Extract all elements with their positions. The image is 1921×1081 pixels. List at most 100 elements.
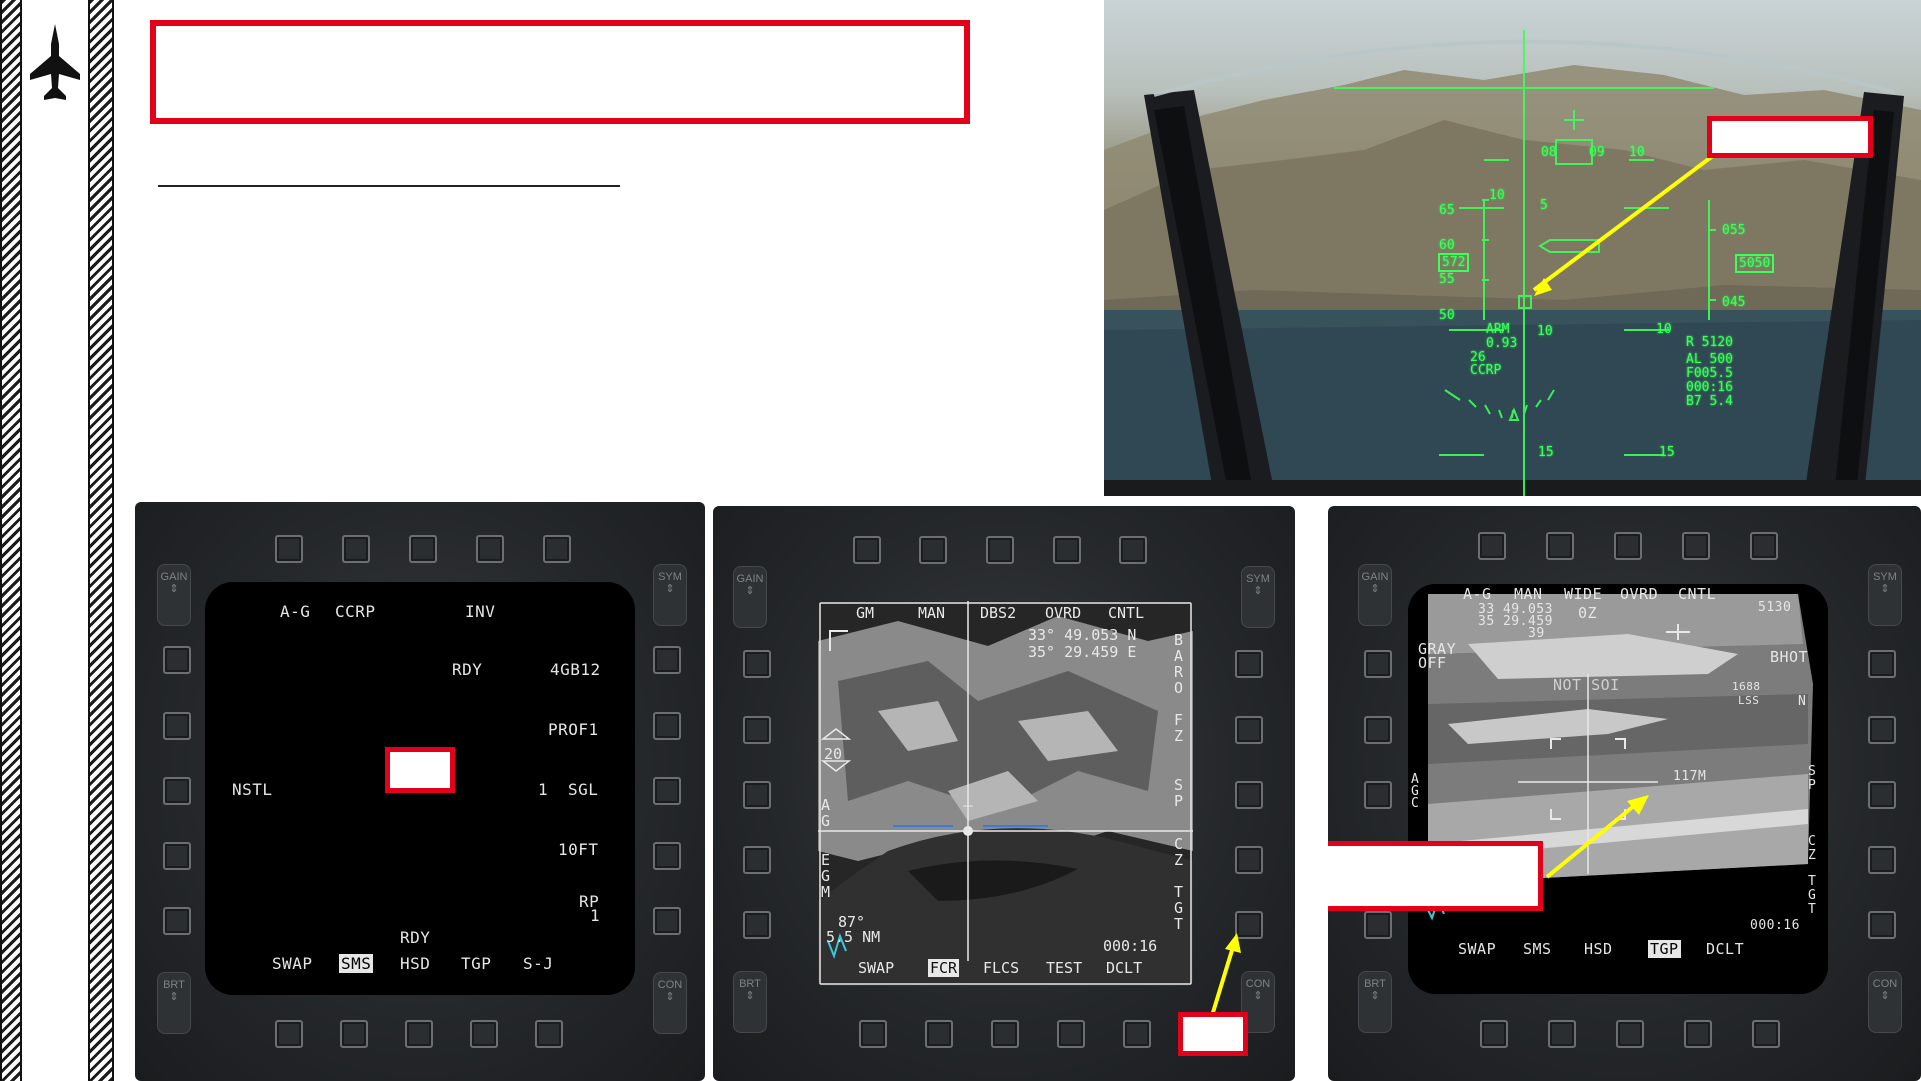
osb-12[interactable]: [1684, 1020, 1712, 1048]
osb-17[interactable]: [743, 846, 771, 874]
osb-14[interactable]: [925, 1020, 953, 1048]
tgp-wide[interactable]: WIDE: [1564, 585, 1602, 603]
osb-14[interactable]: [1548, 1020, 1576, 1048]
osb-19[interactable]: [743, 716, 771, 744]
tgp-off[interactable]: OFF: [1418, 654, 1447, 672]
osb-16[interactable]: [743, 911, 771, 939]
fcr-tab-flcs[interactable]: FLCS: [983, 959, 1019, 977]
fcr-tab-test[interactable]: TEST: [1046, 959, 1082, 977]
osb-1[interactable]: [853, 536, 881, 564]
osb-5[interactable]: [1750, 532, 1778, 560]
sms-tab-sj[interactable]: S-J: [523, 954, 553, 973]
fcr-cntl[interactable]: CNTL: [1108, 604, 1144, 622]
osb-18[interactable]: [743, 781, 771, 809]
tgp-tab-sms[interactable]: SMS: [1523, 940, 1552, 958]
sms-tab-hsd[interactable]: HSD: [400, 954, 430, 973]
osb-2[interactable]: [1546, 532, 1574, 560]
osb-4[interactable]: [1053, 536, 1081, 564]
osb-10[interactable]: [1868, 911, 1896, 939]
sym-rocker[interactable]: SYM ⇕: [1241, 566, 1275, 628]
osb-8[interactable]: [1235, 781, 1263, 809]
gain-rocker[interactable]: GAIN ⇕: [733, 566, 767, 628]
osb-7[interactable]: [653, 712, 681, 740]
osb-11[interactable]: [535, 1020, 563, 1048]
osb-6[interactable]: [1868, 650, 1896, 678]
osb-9[interactable]: [653, 842, 681, 870]
osb-3[interactable]: [986, 536, 1014, 564]
fcr-dbs2[interactable]: DBS2: [980, 604, 1016, 622]
brt-rocker[interactable]: BRT ⇕: [733, 971, 767, 1033]
osb-8[interactable]: [653, 777, 681, 805]
osb-6[interactable]: [1235, 650, 1263, 678]
osb-15[interactable]: [1480, 1020, 1508, 1048]
osb-7[interactable]: [1868, 716, 1896, 744]
tgp-ag[interactable]: A-G: [1463, 585, 1492, 603]
sym-rocker[interactable]: SYM ⇕: [653, 564, 687, 626]
tgp-cntl[interactable]: CNTL: [1678, 585, 1716, 603]
fcr-gm[interactable]: GM: [856, 604, 874, 622]
osb-6[interactable]: [653, 646, 681, 674]
osb-13[interactable]: [1616, 1020, 1644, 1048]
osb-7[interactable]: [1235, 716, 1263, 744]
osb-15[interactable]: [859, 1020, 887, 1048]
osb-18[interactable]: [1364, 781, 1392, 809]
fcr-man[interactable]: MAN: [918, 604, 945, 622]
sym-rocker[interactable]: SYM ⇕: [1868, 564, 1902, 626]
osb-9[interactable]: [1868, 846, 1896, 874]
hud-speed-box: 572: [1437, 253, 1470, 272]
osb-13[interactable]: [405, 1020, 433, 1048]
brt-rocker[interactable]: BRT ⇕: [157, 972, 191, 1034]
osb-11[interactable]: [1123, 1020, 1151, 1048]
osb-8[interactable]: [1868, 781, 1896, 809]
sms-swap[interactable]: SWAP: [272, 954, 313, 973]
fcr-tab-fcr[interactable]: FCR: [928, 959, 960, 977]
fcr-arrow: [1209, 933, 1241, 1020]
osb-2[interactable]: [342, 535, 370, 563]
tgp-ovrd[interactable]: OVRD: [1620, 585, 1658, 603]
osb-5[interactable]: [1119, 536, 1147, 564]
osb-19[interactable]: [1364, 716, 1392, 744]
osb-20[interactable]: [743, 650, 771, 678]
fcr-ovrd[interactable]: OVRD: [1045, 604, 1081, 622]
tgp-swap[interactable]: SWAP: [1458, 940, 1496, 958]
osb-20[interactable]: [163, 646, 191, 674]
osb-5[interactable]: [543, 535, 571, 563]
title-callout-box: [150, 20, 970, 124]
osb-15[interactable]: [275, 1020, 303, 1048]
fcr-swap[interactable]: SWAP: [858, 959, 894, 977]
osb-4[interactable]: [1682, 532, 1710, 560]
osb-12[interactable]: [1057, 1020, 1085, 1048]
osb-12[interactable]: [470, 1020, 498, 1048]
fcr-right-z2: Z: [1174, 851, 1184, 869]
tgp-tab-tgp[interactable]: TGP: [1648, 940, 1681, 958]
osb-14[interactable]: [340, 1020, 368, 1048]
sms-tab-sms[interactable]: SMS: [339, 954, 374, 973]
osb-20[interactable]: [1364, 650, 1392, 678]
tgp-tab-dclt[interactable]: DCLT: [1706, 940, 1744, 958]
osb-16[interactable]: [1364, 911, 1392, 939]
tgp-tab-hsd[interactable]: HSD: [1584, 940, 1613, 958]
osb-13[interactable]: [991, 1020, 1019, 1048]
osb-3[interactable]: [1614, 532, 1642, 560]
con-rocker[interactable]: CON ⇕: [653, 972, 687, 1034]
gain-rocker[interactable]: GAIN ⇕: [157, 564, 191, 626]
gain-rocker[interactable]: GAIN ⇕: [1358, 564, 1392, 626]
osb-9[interactable]: [1235, 846, 1263, 874]
osb-2[interactable]: [919, 536, 947, 564]
osb-17[interactable]: [163, 842, 191, 870]
tgp-man[interactable]: MAN: [1514, 585, 1543, 603]
osb-19[interactable]: [163, 712, 191, 740]
osb-16[interactable]: [163, 907, 191, 935]
osb-1[interactable]: [275, 535, 303, 563]
osb-4[interactable]: [476, 535, 504, 563]
osb-10[interactable]: [653, 907, 681, 935]
osb-1[interactable]: [1478, 532, 1506, 560]
tgp-bhot[interactable]: BHOT: [1770, 648, 1808, 666]
osb-11[interactable]: [1752, 1020, 1780, 1048]
brt-rocker[interactable]: BRT ⇕: [1358, 971, 1392, 1033]
sms-tab-tgp[interactable]: TGP: [461, 954, 491, 973]
fcr-tab-dclt[interactable]: DCLT: [1106, 959, 1142, 977]
osb-18[interactable]: [163, 777, 191, 805]
osb-3[interactable]: [409, 535, 437, 563]
con-rocker[interactable]: CON ⇕: [1868, 971, 1902, 1033]
